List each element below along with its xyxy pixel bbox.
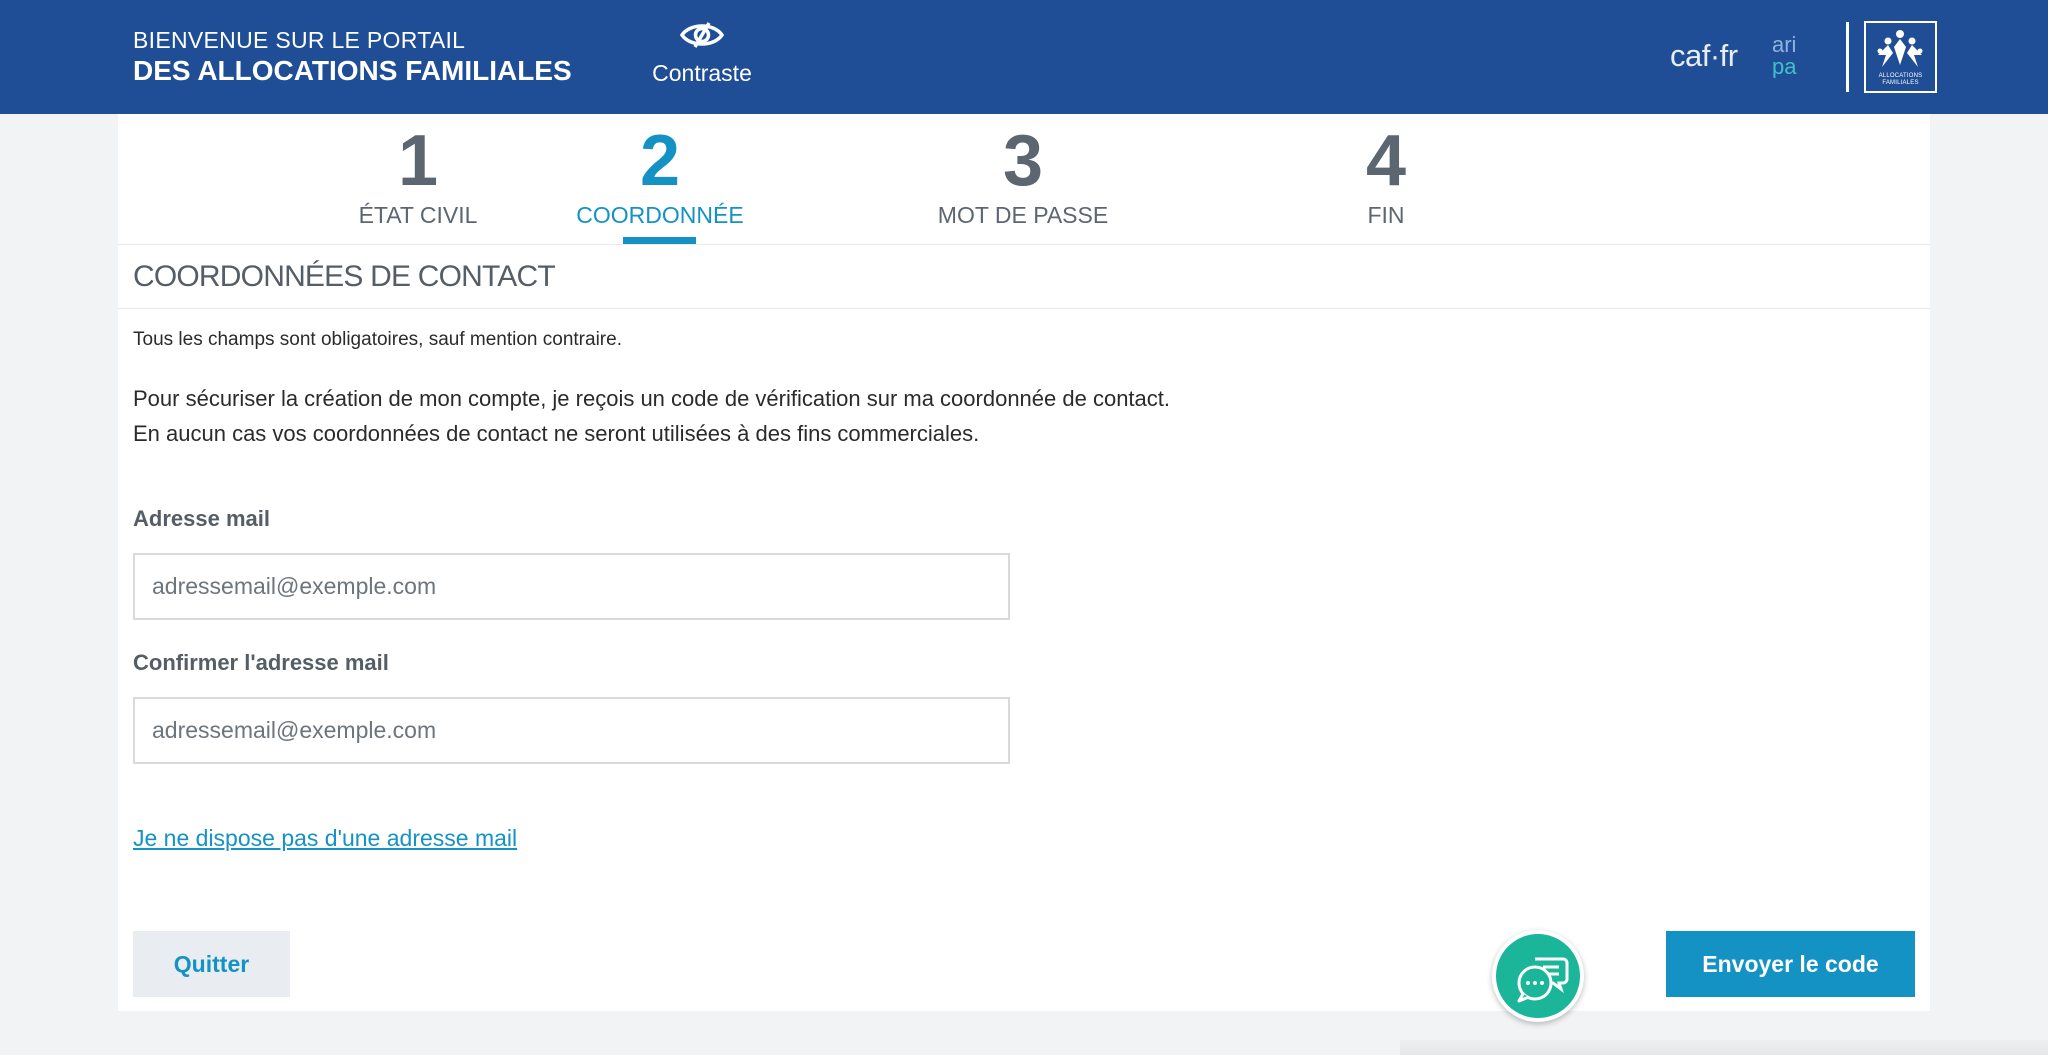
step-number: 3 bbox=[1002, 121, 1044, 201]
aripa-logo[interactable]: ari pa bbox=[1772, 32, 1812, 78]
portal-brand[interactable]: BIENVENUE SUR LE PORTAIL DES ALLOCATIONS… bbox=[133, 26, 572, 88]
step-number: 4 bbox=[1365, 121, 1407, 201]
step-label: MOT DE PASSE bbox=[937, 202, 1109, 228]
step-number: 1 bbox=[397, 121, 439, 201]
site-header: BIENVENUE SUR LE PORTAIL DES ALLOCATIONS… bbox=[0, 0, 2048, 114]
step-fin: 4 FIN bbox=[1266, 114, 1506, 228]
step-label: FIN bbox=[1367, 202, 1405, 228]
allocations-familiales-logo[interactable]: ALLOCATIONS FAMILIALES bbox=[1864, 21, 1937, 93]
step-label: ÉTAT CIVIL bbox=[358, 202, 478, 228]
email-label: Adresse mail bbox=[133, 506, 270, 531]
info-line-commercial: En aucun cas vos coordonnées de contact … bbox=[133, 421, 980, 446]
chat-button[interactable] bbox=[1492, 930, 1584, 1022]
confirm-email-input[interactable] bbox=[133, 697, 1010, 764]
info-text: Pour sécuriser la création de mon compte… bbox=[133, 381, 1170, 451]
eye-icon bbox=[680, 22, 724, 48]
no-email-link[interactable]: Je ne dispose pas d'une adresse mail bbox=[133, 825, 517, 852]
quit-button[interactable]: Quitter bbox=[133, 931, 290, 997]
section-title: COORDONNÉES DE CONTACT bbox=[133, 260, 556, 293]
active-step-indicator bbox=[623, 237, 696, 244]
contrast-toggle-button[interactable]: Contraste bbox=[640, 20, 764, 87]
caf-fr-logo[interactable]: caf·fr bbox=[1670, 38, 1738, 74]
brand-welcome-text: BIENVENUE SUR LE PORTAIL bbox=[133, 27, 466, 53]
section-divider bbox=[118, 308, 1930, 309]
logo-separator bbox=[1846, 22, 1849, 92]
info-line-verification: Pour sécuriser la création de mon compte… bbox=[133, 386, 1170, 411]
confirm-email-label: Confirmer l'adresse mail bbox=[133, 650, 389, 675]
page-bottom-edge bbox=[1400, 1040, 2048, 1055]
step-mot-de-passe: 3 MOT DE PASSE bbox=[903, 114, 1143, 228]
step-label: COORDONNÉE bbox=[576, 202, 744, 228]
required-fields-note: Tous les champs sont obligatoires, sauf … bbox=[133, 329, 622, 350]
logo-badge-text: ALLOCATIONS FAMILIALES bbox=[1878, 73, 1923, 86]
step-etat-civil: 1 ÉTAT CIVIL bbox=[298, 114, 538, 228]
family-emblem-icon bbox=[1877, 30, 1923, 67]
registration-panel: 1 ÉTAT CIVIL 2 COORDONNÉE 3 MOT DE PASSE… bbox=[118, 114, 1930, 1011]
step-coordonnee: 2 COORDONNÉE bbox=[540, 114, 780, 228]
send-code-button[interactable]: Envoyer le code bbox=[1666, 931, 1915, 997]
stepper: 1 ÉTAT CIVIL 2 COORDONNÉE 3 MOT DE PASSE… bbox=[118, 114, 1930, 245]
aripa-logo-bottom: pa bbox=[1772, 54, 1797, 78]
step-number: 2 bbox=[639, 121, 681, 201]
brand-title: DES ALLOCATIONS FAMILIALES bbox=[133, 55, 572, 86]
email-input[interactable] bbox=[133, 553, 1010, 620]
chat-bubbles-icon bbox=[1517, 957, 1569, 1003]
contrast-label: Contraste bbox=[652, 60, 752, 86]
